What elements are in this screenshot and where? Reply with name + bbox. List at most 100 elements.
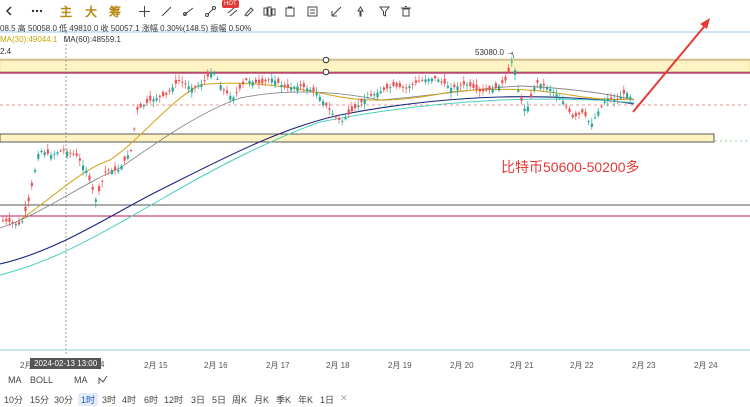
candle-body — [184, 83, 187, 85]
indicator-settings-icon[interactable] — [98, 375, 108, 387]
tf-month[interactable]: 月K — [254, 393, 269, 406]
candle-body — [248, 80, 251, 84]
candle-body — [27, 197, 30, 202]
candle-body — [491, 88, 494, 93]
tf-1d[interactable]: 1日 — [320, 393, 334, 406]
candle-body — [11, 222, 14, 224]
x-label: 2月 24 — [694, 361, 718, 370]
candle-body — [286, 84, 289, 88]
candle-body — [414, 80, 417, 83]
candle-body — [389, 87, 392, 89]
tf-5d[interactable]: 5日 — [212, 393, 226, 406]
candle-body — [178, 79, 181, 81]
candle-body — [162, 91, 165, 96]
candle-body — [536, 80, 539, 83]
drawing-handle — [322, 68, 330, 76]
candle-body — [434, 75, 437, 79]
tf-30m[interactable]: 30分 — [54, 393, 73, 406]
candle-body — [629, 96, 632, 100]
ma30-value: MA(30):49044.1 — [0, 35, 58, 44]
peak-price-label: 53080.0 → — [475, 48, 515, 57]
candle-body — [213, 72, 216, 75]
candle-body — [203, 79, 206, 81]
tf-3h[interactable]: 3时 — [102, 393, 116, 406]
candle-body — [174, 79, 177, 84]
indicator-ma[interactable]: MA — [8, 375, 22, 385]
tf-15m[interactable]: 15分 — [30, 393, 49, 406]
x-label: 2月 17 — [266, 361, 290, 370]
candle-body — [235, 92, 238, 94]
candle-body — [443, 78, 446, 84]
candle-body — [222, 89, 225, 91]
candle-body — [315, 92, 318, 96]
candle-body — [440, 81, 443, 83]
candle-body — [331, 113, 334, 115]
candle-body — [354, 104, 357, 109]
candle-body — [171, 87, 174, 92]
candle-body — [158, 95, 161, 98]
candle-body — [373, 94, 376, 96]
support-zone — [0, 133, 715, 143]
candle-body — [325, 103, 328, 106]
candle-body — [206, 72, 209, 77]
candle-body — [242, 81, 245, 85]
candle-body — [555, 94, 558, 97]
candle-body — [123, 156, 126, 161]
candle-body — [549, 89, 552, 92]
candle-body — [62, 149, 65, 151]
candle-body — [210, 72, 213, 78]
candle-body — [587, 121, 590, 123]
candle-body — [344, 117, 347, 120]
indicator-sub-ma[interactable]: MA — [74, 375, 88, 385]
candlestick-chart[interactable] — [0, 0, 750, 356]
tf-week[interactable]: 周K — [232, 393, 247, 406]
tf-4h[interactable]: 4时 — [122, 393, 136, 406]
candle-body — [130, 149, 133, 151]
candle-body — [622, 89, 625, 94]
candle-body — [264, 79, 267, 82]
candle-body — [72, 153, 75, 155]
candle-body — [190, 87, 193, 93]
candle-body — [485, 89, 488, 91]
tf-3d[interactable]: 3日 — [191, 393, 205, 406]
candle-body — [347, 109, 350, 115]
candle-body — [411, 84, 414, 86]
candle-body — [152, 99, 155, 102]
candles-group — [2, 57, 632, 229]
candle-body — [146, 98, 149, 103]
candle-body — [578, 112, 581, 115]
candle-body — [427, 78, 430, 82]
candle-body — [66, 151, 69, 157]
x-label: 2月 21 — [510, 361, 534, 370]
tf-6h[interactable]: 6时 — [144, 393, 158, 406]
candle-body — [613, 99, 616, 102]
candle-body — [114, 166, 117, 170]
candle-body — [418, 80, 421, 82]
candle-body — [523, 108, 526, 112]
close-icon[interactable]: ✕ — [340, 393, 348, 404]
candle-body — [181, 81, 184, 83]
tf-10m[interactable]: 10分 — [4, 393, 23, 406]
tf-year[interactable]: 年K — [298, 393, 313, 406]
candle-body — [552, 91, 555, 93]
candle-body — [619, 96, 622, 99]
candle-body — [216, 78, 219, 80]
candle-body — [498, 85, 501, 91]
candle-body — [459, 84, 462, 86]
indicator-boll[interactable]: BOLL — [30, 375, 53, 385]
candle-body — [507, 67, 510, 72]
candle-body — [357, 105, 360, 107]
tf-12h[interactable]: 12时 — [164, 393, 183, 406]
candle-body — [98, 186, 101, 191]
tf-1h[interactable]: 1时 — [78, 393, 99, 406]
candle-body — [517, 90, 520, 92]
candle-body — [2, 220, 5, 222]
candle-body — [542, 83, 545, 86]
tf-quarter[interactable]: 季K — [276, 393, 291, 406]
resistance-zone — [0, 58, 750, 73]
candle-body — [341, 120, 344, 122]
candle-body — [194, 86, 197, 88]
candle-body — [546, 87, 549, 90]
candle-body — [469, 82, 472, 87]
scale-fragment: 2.4 — [0, 47, 12, 56]
